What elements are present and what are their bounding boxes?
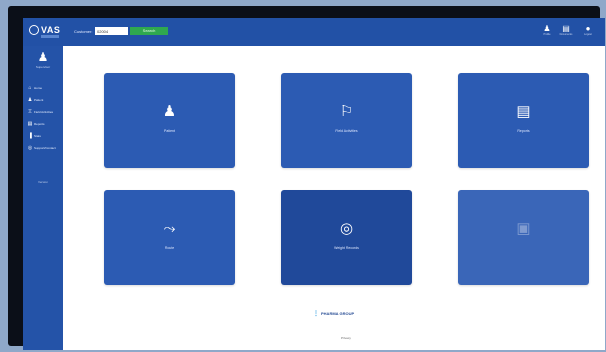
- route-icon: ⤳: [163, 220, 176, 237]
- person-icon: ♟: [162, 103, 177, 120]
- customer-label: Customer:: [74, 29, 93, 34]
- footer-brand-text: PHARMA GROUP: [321, 311, 355, 316]
- sidebar-item-reports[interactable]: ▤ Reports: [26, 118, 62, 130]
- tile-label: Reports: [517, 129, 530, 133]
- sidebar-item-label: Home: [34, 86, 43, 90]
- sidebar-item-label: Patient: [34, 98, 44, 102]
- sidebar-item-field-activities[interactable]: ♖ Field Activities: [26, 106, 62, 118]
- person-icon: ♟: [27, 97, 33, 103]
- map-pin-icon: ⚐: [339, 103, 354, 120]
- app-screen: VAS Customer: Search ♟ Profile ▤ Documen…: [23, 18, 605, 350]
- tile-patient[interactable]: ♟ Patient: [104, 73, 235, 168]
- document-icon: ▤: [562, 24, 570, 33]
- document-icon: ▤: [516, 103, 531, 120]
- footer-link[interactable]: Privacy: [341, 336, 351, 340]
- top-tool-profile[interactable]: ♟ Profile: [539, 24, 555, 42]
- top-tool-documents[interactable]: ▤ Documents: [558, 24, 574, 42]
- sidebar: ♟ Supervisor ⌂ Home ♟ Patient ♖ Field Ac…: [23, 46, 63, 350]
- scale-icon: ◎: [339, 220, 354, 237]
- user-name: Supervisor: [35, 65, 51, 69]
- lock-icon: ▣: [516, 220, 531, 237]
- monitor-frame: VAS Customer: Search ♟ Profile ▤ Documen…: [8, 6, 605, 350]
- tile-reports[interactable]: ▤ Reports: [458, 73, 589, 168]
- logo-text: VAS: [41, 25, 61, 35]
- customer-input[interactable]: [95, 27, 128, 35]
- sidebar-item-stats[interactable]: ▐ Stats: [26, 130, 62, 142]
- top-tool-label: Profile: [543, 33, 551, 36]
- sidebar-item-patient[interactable]: ♟ Patient: [26, 94, 62, 106]
- brand-dots-icon: ⋮: [313, 311, 319, 317]
- tile-label: Weight Records: [334, 246, 359, 250]
- tile-disabled: ▣: [458, 190, 589, 285]
- app-logo[interactable]: VAS: [29, 25, 61, 38]
- sidebar-item-home[interactable]: ⌂ Home: [26, 82, 62, 94]
- tile-label: Route: [164, 246, 175, 250]
- sidebar-item-label: Reports: [34, 122, 45, 126]
- user-profile[interactable]: ♟ Supervisor: [23, 50, 63, 69]
- document-icon: ▤: [27, 121, 33, 127]
- account-icon: ●: [585, 24, 591, 33]
- sidebar-footer: Version: [37, 180, 48, 184]
- user-icon: ♟: [543, 24, 551, 33]
- top-tool-label: Documents: [559, 33, 573, 36]
- footer-brand-logo: ⋮ PHARMA GROUP: [313, 310, 354, 317]
- sidebar-item-label: Support/Contact: [34, 146, 56, 150]
- top-bar: VAS Customer: Search ♟ Profile ▤ Documen…: [23, 18, 605, 46]
- group-icon: ♖: [27, 109, 33, 115]
- sidebar-item-label: Field Activities: [34, 110, 54, 114]
- home-icon: ⌂: [28, 85, 32, 91]
- tile-label: Field Activities: [335, 129, 358, 133]
- sidebar-item-support[interactable]: ◎ Support/Contact: [26, 142, 62, 154]
- top-tool-logout[interactable]: ● Logout: [580, 24, 596, 42]
- logo-underline: [41, 35, 59, 38]
- tile-weight-records[interactable]: ◎ Weight Records: [281, 190, 412, 285]
- top-tool-label: Logout: [584, 33, 592, 36]
- logo-ring-icon: [29, 25, 39, 35]
- user-avatar-icon: ♟: [37, 50, 49, 64]
- search-button[interactable]: Search: [130, 27, 168, 35]
- chart-icon: ▐: [28, 133, 32, 139]
- sidebar-nav: ⌂ Home ♟ Patient ♖ Field Activities ▤ Re…: [26, 82, 62, 154]
- tile-label: Patient: [164, 129, 175, 133]
- tile-route[interactable]: ⤳ Route: [104, 190, 235, 285]
- sidebar-item-label: Stats: [34, 134, 41, 138]
- tile-field-activities[interactable]: ⚐ Field Activities: [281, 73, 412, 168]
- support-icon: ◎: [27, 145, 33, 151]
